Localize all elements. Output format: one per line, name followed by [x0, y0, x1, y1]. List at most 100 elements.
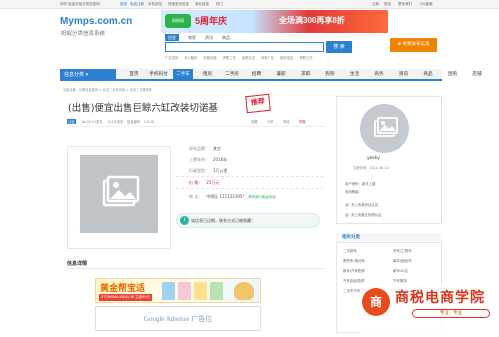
ad-strip: 370/M56/L46/XL36 立省99元	[99, 294, 152, 301]
info-icon: i	[180, 216, 189, 225]
nav-item[interactable]: 商品	[418, 69, 438, 81]
hot-keyword[interactable]: 家居生活	[242, 56, 255, 60]
nav-item[interactable]: 手机码付	[149, 69, 169, 81]
nav-item[interactable]: 资讯	[394, 69, 414, 81]
user-role: 用户身份：新手上路	[345, 182, 376, 186]
nav-item[interactable]: 求职	[296, 69, 316, 81]
license-icon	[345, 213, 349, 217]
hot-keyword[interactable]: 开心酷车	[184, 56, 197, 60]
divider	[176, 176, 324, 177]
related-item[interactable]: 二手轿车	[343, 249, 357, 254]
nav-item[interactable]: 狗狗	[320, 69, 340, 81]
next-arrow-icon[interactable]: ›	[156, 228, 159, 236]
product-image	[194, 282, 207, 300]
verified-contact-link[interactable]: 联系我们电话/地址	[248, 195, 276, 199]
user-name[interactable]: yesky	[367, 156, 380, 161]
related-item[interactable]: 货车/工程车	[393, 249, 412, 254]
topbar-right-contact[interactable]: 联系我们	[398, 0, 412, 9]
related-item[interactable]: 摩托车/电动车	[343, 259, 365, 264]
topbar-item-post[interactable]: 快速发布信息	[168, 0, 189, 9]
nav-item[interactable]: 团购	[443, 69, 463, 81]
tab-info[interactable]: 信息	[165, 34, 179, 41]
top-bar: 你好,欢迎光临分类信息网 登录 免费注册 手机浏览 快速发布信息 商业信息 热门…	[0, 0, 499, 9]
topbar-right-register[interactable]: 注册	[372, 0, 379, 9]
register-link[interactable]: 免费注册	[130, 0, 144, 9]
tab-shop[interactable]: 商家	[188, 35, 196, 40]
avatar[interactable]	[360, 104, 409, 153]
search-input[interactable]	[165, 42, 324, 52]
related-item[interactable]: 客车/面包车	[393, 259, 412, 264]
top-banner-ad[interactable]: 蚂蚁网 5周年庆 全场满300再享8折	[161, 10, 388, 33]
nav-item[interactable]: 店铺	[467, 69, 487, 81]
category-menu[interactable]: 信息分类 ▾	[60, 69, 116, 81]
nav-item[interactable]: 二手车	[173, 69, 193, 81]
topbar-item-business[interactable]: 商业信息	[195, 0, 209, 9]
hot-keyword[interactable]: 求职工作	[299, 56, 312, 60]
post-info-button[interactable]: ⊕ 免费发布信息	[390, 38, 437, 52]
welcome-text: 你好,欢迎光临分类信息网	[60, 2, 100, 6]
related-item[interactable]: 汽车服务	[393, 279, 407, 284]
hot-keyword[interactable]: 租房信息	[280, 56, 293, 60]
nav-item[interactable]: 招聘	[247, 69, 267, 81]
post-date: 16-06-15发布	[81, 120, 103, 124]
image-icon	[102, 175, 140, 207]
detail-year: 上牌年份： 2016年	[189, 157, 228, 162]
user-credit: 信用等级：	[345, 190, 362, 194]
detail-price: 价 格： 25万元	[189, 180, 220, 185]
product-image	[162, 282, 175, 300]
post-meta: 认证 16-06-15发布 424次浏览 信息编号：15230 收藏 分享 修改…	[67, 118, 325, 127]
nav-item[interactable]: 兼职	[271, 69, 291, 81]
nav-item[interactable]: 生活	[345, 69, 365, 81]
topbar-right-qq[interactable]: QQ客服	[420, 0, 433, 9]
user-reg-date: 注册时间：2011-06-10	[353, 166, 389, 170]
adsense-placeholder[interactable]: Google Adsense 广告位	[95, 306, 261, 331]
site-slogan: 蚂蚁分类信息系统	[61, 31, 106, 37]
post-button-label: 免费发布信息	[402, 42, 430, 47]
topbar-right-login[interactable]: 登录	[384, 0, 391, 9]
ad-title: 黄金帮宝适	[100, 283, 146, 293]
detail-mileage: 行驶里程： 1万公里	[189, 168, 228, 173]
section-title: 信息详情	[67, 260, 325, 269]
banner-promo: 全场满300再享8折	[279, 16, 345, 25]
hot-keyword[interactable]: 商家广告	[261, 56, 274, 60]
breadcrumb: 当前位置：分类信息首页 > 北京二手车买卖 > 北京二手乘用车	[63, 88, 153, 92]
verified-badge: 认证	[67, 119, 76, 124]
expired-notice-text: 该信息已过期，联系方式已被隐藏！	[191, 218, 255, 223]
search-button[interactable]: 搜 索	[326, 41, 352, 53]
id-card-icon	[345, 203, 349, 207]
detail-brand: 轿车品牌： 其它	[189, 146, 221, 151]
hot-keywords: 广告招商 开心酷车 房屋出租 求职工作 家居生活 商家广告 租房信息 求职工作	[165, 55, 319, 60]
hot-keyword[interactable]: 求职工作	[223, 56, 236, 60]
related-item[interactable]: 新车4S店	[393, 269, 408, 274]
watermark-emblem: 商	[362, 288, 390, 316]
banner-headline: 5周年庆	[195, 16, 228, 26]
share-link[interactable]: 分享	[267, 119, 274, 124]
hot-keyword[interactable]: 广告招商	[165, 56, 178, 60]
nav-item[interactable]: 租房	[198, 69, 218, 81]
main-nav: 信息分类 ▾ 首页 手机码付 二手车 租房 二手房 招聘 兼职 求职 狗狗 生活 商务 资讯 商品 团购店…	[60, 69, 482, 81]
tab-goods[interactable]: 商品	[222, 35, 230, 40]
edit-link[interactable]: 修改	[283, 119, 290, 124]
prev-arrow-icon[interactable]: ‹	[79, 228, 82, 236]
nav-item[interactable]: 商务	[369, 69, 389, 81]
image-placeholder[interactable]	[80, 155, 158, 233]
topbar-item-hot[interactable]: 热门	[216, 0, 223, 9]
site-logo[interactable]: Mymps.com.cn	[60, 16, 132, 27]
hot-keyword[interactable]: 房屋出租	[203, 56, 216, 60]
report-link[interactable]: 举报	[299, 119, 306, 124]
expired-notice: i 该信息已过期，联系方式已被隐藏！	[176, 213, 320, 228]
tab-news[interactable]: 资讯	[205, 35, 213, 40]
category-label: 信息分类	[64, 72, 85, 78]
topbar-item-mobile[interactable]: 手机浏览	[148, 0, 162, 9]
related-item[interactable]: 新车/汽车配件	[343, 269, 365, 274]
login-link[interactable]: 登录	[120, 0, 127, 9]
favorite-link[interactable]: 收藏	[251, 119, 258, 124]
post-id: 信息编号：15230	[127, 120, 154, 124]
detail-address: 地 址： 中原区 111132195* 联系我们电话/地址	[189, 194, 276, 199]
search-tabs: 信息 商家 资讯 商品	[165, 34, 239, 42]
nav-item[interactable]: 二手房	[222, 69, 242, 81]
ad-banner-pampers[interactable]: 黄金帮宝适 370/M56/L46/XL36 立省99元	[95, 278, 261, 303]
related-item[interactable]: 汽车用品/配件	[343, 279, 365, 284]
nav-item[interactable]: 首页	[124, 69, 144, 81]
page-title: (出售)便宜出售巨鲸六缸改装切诺基	[68, 103, 218, 114]
